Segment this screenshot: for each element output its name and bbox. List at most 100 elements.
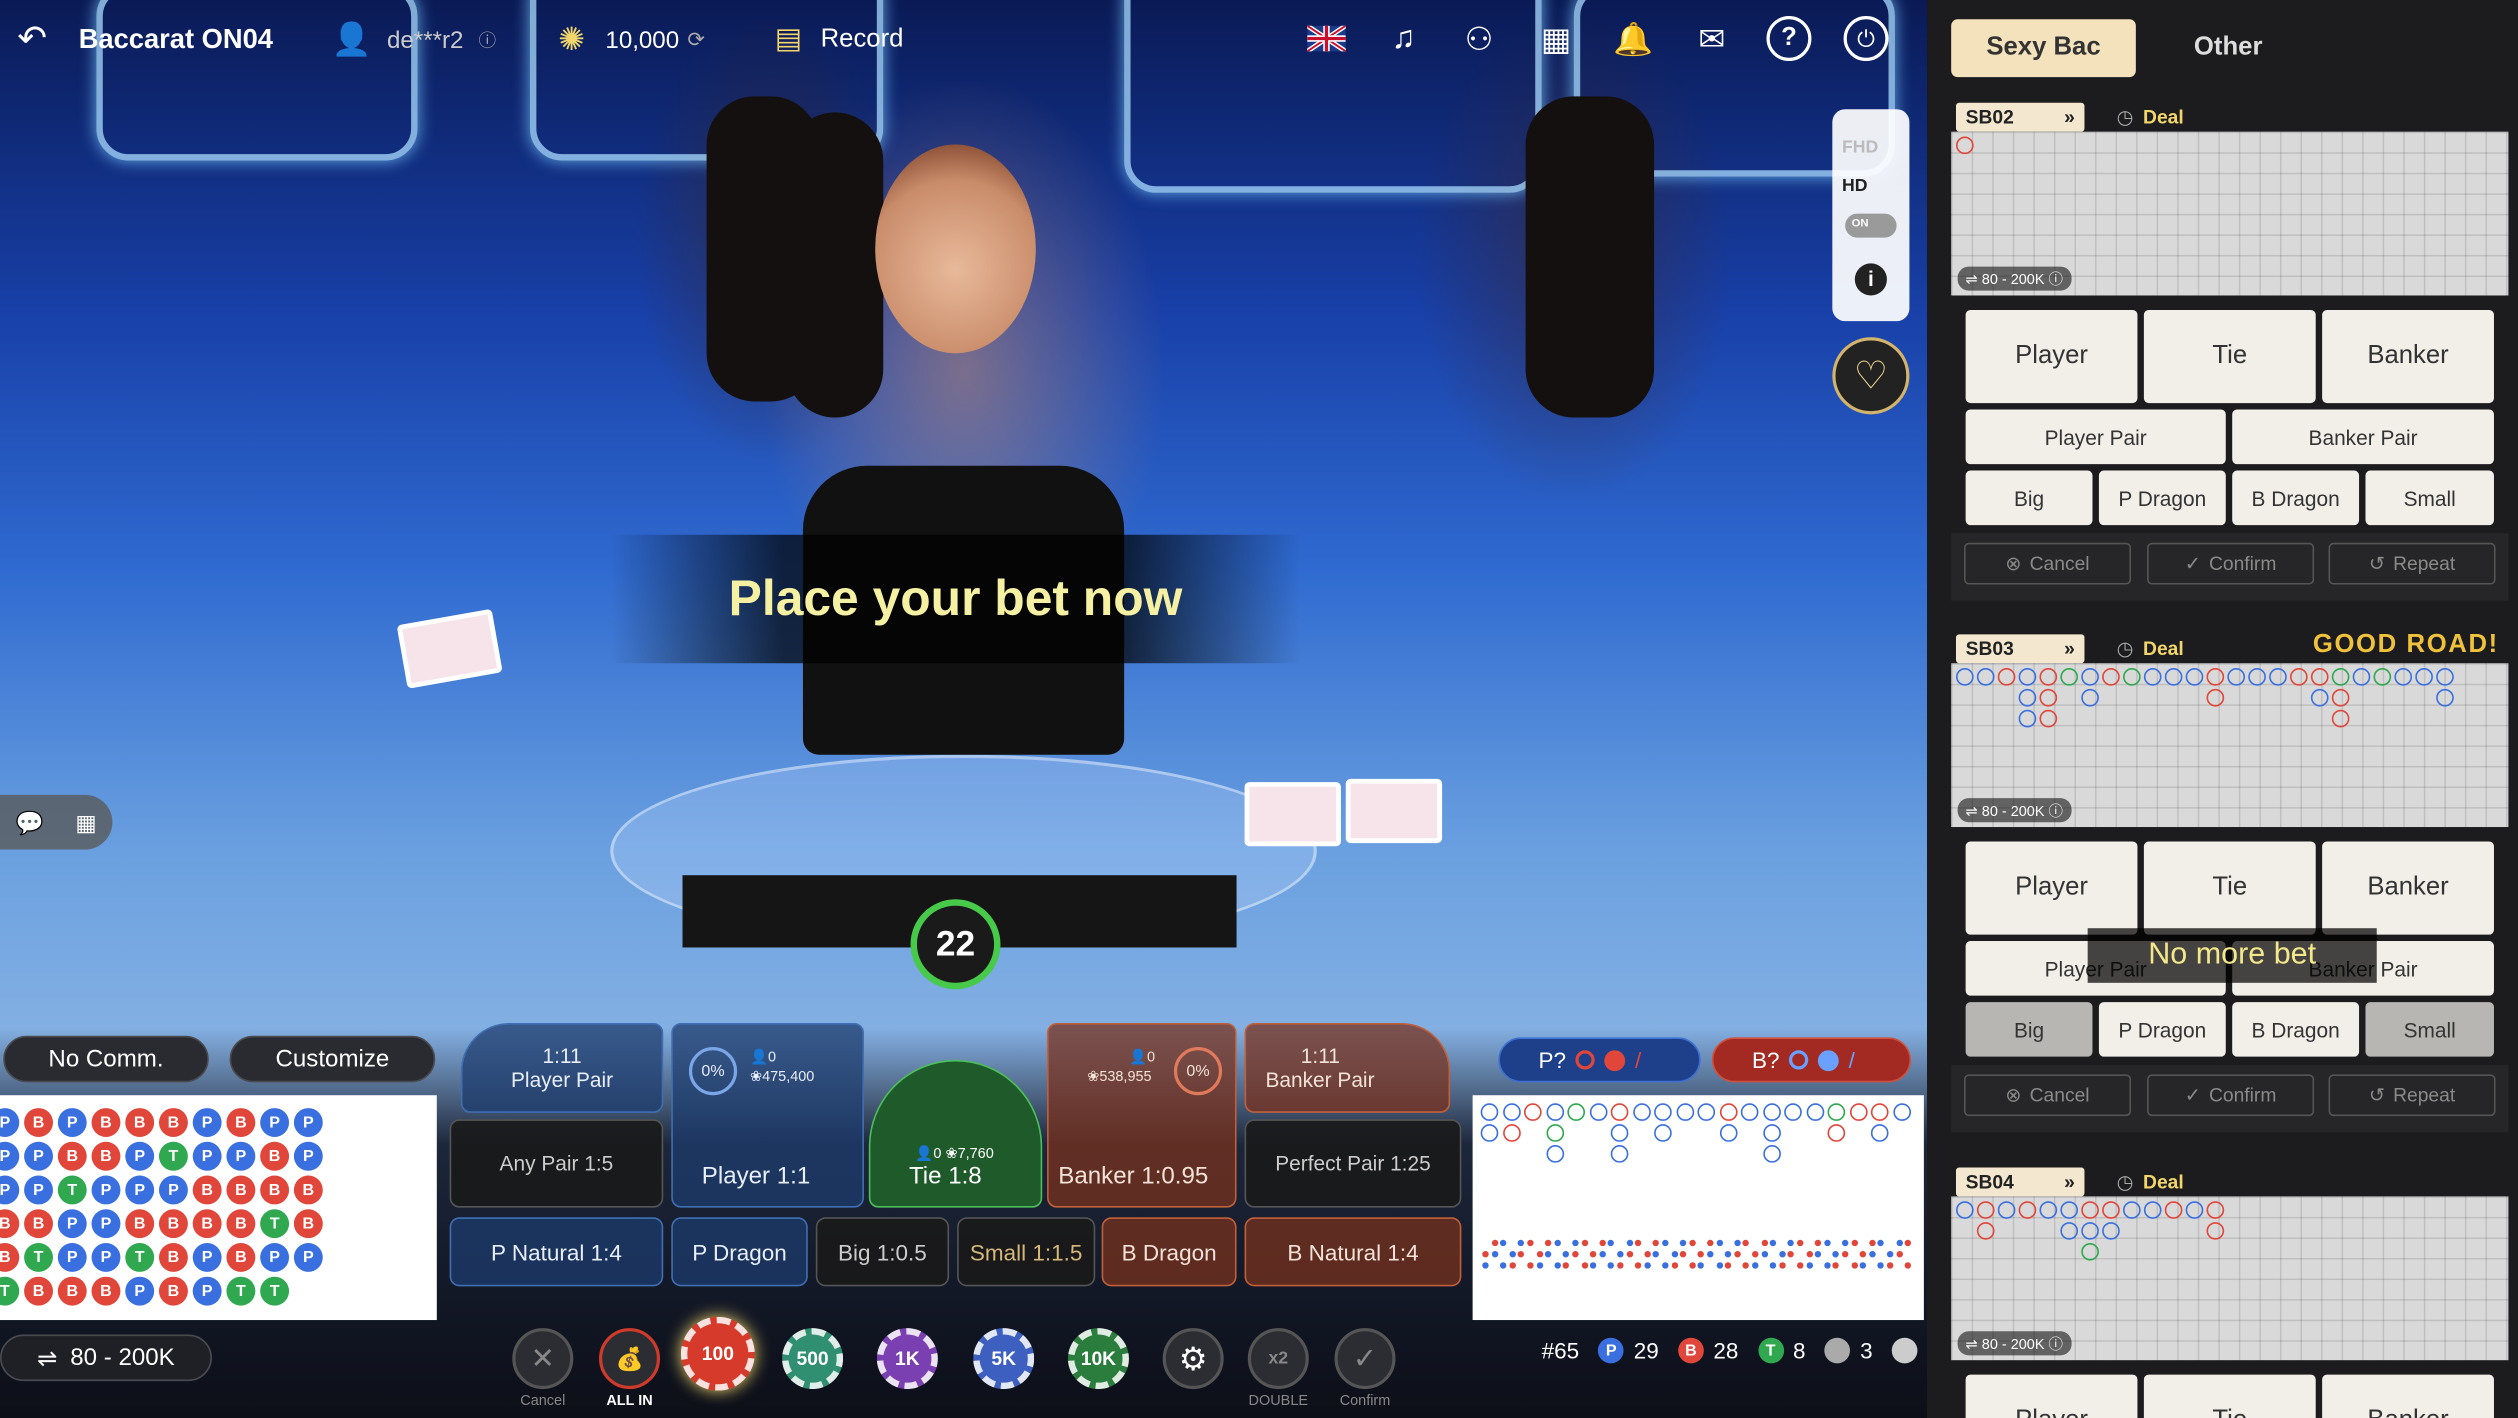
player-natural-bet[interactable]: P Natural 1:4 [449, 1217, 664, 1287]
all-in-chip-icon[interactable]: 💰 [599, 1328, 661, 1390]
player-predict-button[interactable]: P? / [1498, 1037, 1701, 1083]
banker-dragon-bet[interactable]: B Dragon [1101, 1217, 1237, 1287]
record-icon[interactable]: ▤ [766, 16, 811, 61]
keyboard-icon[interactable]: ▦ [75, 809, 96, 836]
chip-settings-gear-icon[interactable]: ⚙ [1162, 1328, 1224, 1390]
chat-icon[interactable]: 💬 [16, 809, 44, 836]
road-mark [2060, 668, 2079, 686]
small-bet[interactable]: Small 1:1.5 [957, 1217, 1096, 1287]
tab-sexy-bac[interactable]: Sexy Bac [1951, 19, 2136, 78]
table-p-dragon-bet[interactable]: P Dragon [2098, 470, 2226, 526]
road-mark [2081, 1222, 2099, 1240]
big-road-mark [1697, 1103, 1716, 1121]
table-banker-bet[interactable]: Banker [2322, 309, 2494, 404]
any-pair-bet[interactable]: Any Pair 1:5 [449, 1119, 664, 1208]
tab-other[interactable]: Other [2152, 19, 2305, 77]
table-name[interactable]: SB03 » [1955, 634, 2085, 664]
notification-icon[interactable]: 🔔 [1611, 16, 1656, 61]
small-road-mark [1770, 1262, 1777, 1269]
confirm-chip-icon[interactable]: ✓ [1334, 1328, 1396, 1390]
player-dragon-bet[interactable]: P Dragon [671, 1217, 808, 1287]
table-big-bet[interactable]: Big [1965, 470, 2093, 526]
small-road-mark [1734, 1250, 1741, 1258]
table-tie-bet[interactable]: Tie [2143, 841, 2316, 935]
player-bet[interactable]: 0% 👤0 ❀475,400 Player 1:1 [671, 1022, 864, 1208]
table-cancel-button[interactable]: ⊗ Cancel [1964, 542, 2132, 585]
small-road-mark [1644, 1250, 1651, 1258]
table-name[interactable]: SB04 » [1955, 1167, 2085, 1197]
banker-pair-bet[interactable]: 1:11 Banker Pair [1244, 1022, 1451, 1113]
chat-toggle[interactable]: 💬 ▦ [0, 794, 113, 850]
video-toggle[interactable]: ON [1845, 213, 1897, 238]
player-pair-bet[interactable]: 1:11 Player Pair [460, 1022, 664, 1113]
info-icon[interactable]: ⓘ [479, 0, 497, 80]
refresh-icon[interactable]: ⟳ [687, 0, 705, 80]
fhd-option[interactable]: FHD [1842, 138, 1878, 157]
table-tie-bet[interactable]: Tie [2143, 309, 2316, 404]
table-player-pair-bet[interactable]: Player Pair [1965, 409, 2226, 465]
small-road-mark [1850, 1239, 1858, 1247]
flag-uk-icon[interactable] [1304, 16, 1349, 61]
heart-plus-icon[interactable]: ♡ [1832, 337, 1910, 415]
bead-road-dot: B [91, 1108, 121, 1137]
road-mark [2206, 688, 2225, 707]
customize-button[interactable]: Customize [229, 1035, 436, 1083]
chip-500[interactable]: 500 [782, 1328, 844, 1390]
table-repeat-button[interactable]: ↺ Repeat [2328, 542, 2496, 585]
table-card-header: SB02 » ◷ Deal [1951, 100, 2508, 132]
bet-limit[interactable]: ⇌ 80 - 200K [0, 1334, 212, 1382]
big-bet[interactable]: Big 1:0.5 [815, 1217, 950, 1287]
small-road-mark [1563, 1262, 1570, 1269]
table-player-bet[interactable]: Player [1965, 841, 2138, 935]
chip-10k[interactable]: 10K [1067, 1328, 1129, 1390]
table-small-bet[interactable]: Small [2365, 1002, 2494, 1057]
banker-count-icon: B [1678, 1337, 1704, 1364]
music-icon[interactable]: ♫ [1381, 16, 1426, 61]
table-player-bet[interactable]: Player [1965, 1374, 2138, 1418]
table-big-bet[interactable]: Big [1965, 1002, 2093, 1057]
record-button[interactable]: Record [821, 0, 904, 80]
table-confirm-button[interactable]: ✓ Confirm [2147, 1074, 2315, 1117]
table-tie-bet[interactable]: Tie [2143, 1374, 2316, 1418]
add-user-icon[interactable]: ⚇ [1457, 16, 1502, 61]
perfect-pair-bet[interactable]: Perfect Pair 1:25 [1244, 1119, 1462, 1208]
road-mark [2060, 1201, 2079, 1219]
multi-table-icon[interactable]: ▦ [1534, 16, 1579, 61]
tie-bet-stats: 👤0 ❀7,760 [915, 1145, 994, 1162]
banker-natural-bet[interactable]: B Natural 1:4 [1244, 1217, 1462, 1287]
table-banker-bet[interactable]: Banker [2322, 1374, 2494, 1418]
small-road-mark [1608, 1239, 1615, 1247]
double-chip-icon[interactable]: x2 [1247, 1328, 1309, 1390]
cancel-chip-icon[interactable]: ✕ [512, 1328, 574, 1390]
hd-option[interactable]: HD [1842, 177, 1868, 196]
confirm-text: Confirm [2208, 552, 2277, 575]
table-confirm-button[interactable]: ✓ Confirm [2147, 542, 2315, 585]
table-cancel-button[interactable]: ⊗ Cancel [1964, 1074, 2132, 1117]
table-limit-text: 80 - 200K [1981, 1336, 2045, 1353]
table-repeat-button[interactable]: ↺ Repeat [2328, 1074, 2496, 1117]
back-arrow-icon[interactable]: ↶ [10, 16, 55, 61]
chip-5k[interactable]: 5K [973, 1328, 1035, 1390]
table-banker-pair-bet[interactable]: Banker Pair [2232, 409, 2494, 465]
table-p-dragon-bet[interactable]: P Dragon [2098, 1002, 2226, 1057]
chip-100[interactable]: 100 [680, 1316, 755, 1391]
banker-predict-button[interactable]: B? / [1711, 1037, 1912, 1083]
help-icon[interactable]: ? [1766, 16, 1812, 62]
mail-icon[interactable]: ✉ [1689, 16, 1734, 61]
table-small-bet[interactable]: Small [2365, 470, 2494, 526]
chip-1k[interactable]: 1K [876, 1328, 938, 1390]
small-road-mark [1545, 1250, 1552, 1258]
banker-bet[interactable]: 👤0 ❀538,955 0% Banker 1:0.95 [1047, 1022, 1237, 1208]
table-name[interactable]: SB02 » [1955, 102, 2085, 132]
info-icon[interactable]: i [1854, 263, 1887, 296]
close-circle-icon: ⊗ [2005, 1083, 2022, 1107]
swap-icon: ⇌ [37, 1344, 58, 1373]
power-icon[interactable]: ⏻ [1843, 16, 1889, 62]
small-road-mark [1716, 1262, 1723, 1269]
table-b-dragon-bet[interactable]: B Dragon [2232, 1002, 2360, 1057]
table-name-text: SB03 [1965, 637, 2014, 661]
table-b-dragon-bet[interactable]: B Dragon [2232, 470, 2360, 526]
no-commission-button[interactable]: No Comm. [3, 1035, 209, 1083]
table-player-bet[interactable]: Player [1965, 309, 2138, 404]
table-banker-bet[interactable]: Banker [2322, 841, 2494, 935]
